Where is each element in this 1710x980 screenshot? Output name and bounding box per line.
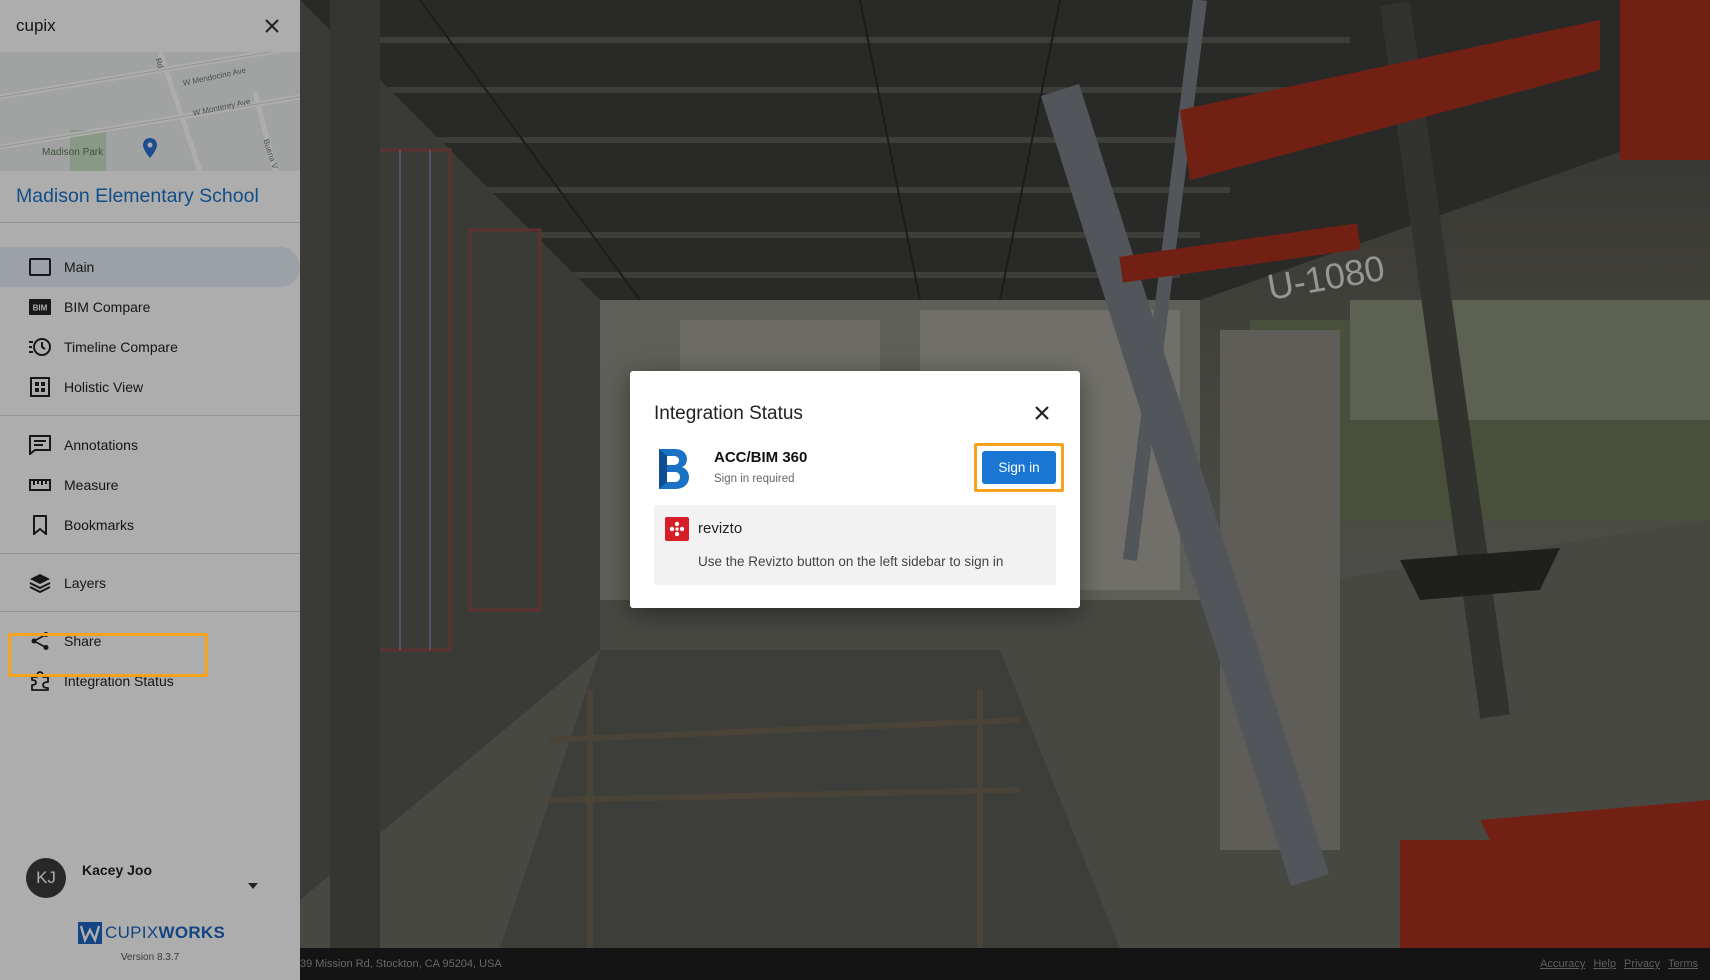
acc-integration-status: Sign in required [714,473,795,485]
acc-integration-name: ACC/BIM 360 [714,449,808,466]
sign-in-button[interactable]: Sign in [982,451,1056,484]
bim360-logo-icon [657,447,691,496]
revizto-logo-icon [665,517,689,541]
dialog-title: Integration Status [654,403,803,424]
revizto-integration-panel: revizto Use the Revizto button on the le… [654,505,1056,585]
integration-status-dialog: Integration Status ACC/BIM 360 Sign in r… [630,371,1080,608]
revizto-integration-name: revizto [698,520,743,537]
close-icon[interactable] [1030,401,1054,425]
integration-status-highlight [8,633,208,677]
revizto-integration-message: Use the Revizto button on the left sideb… [698,554,1004,569]
